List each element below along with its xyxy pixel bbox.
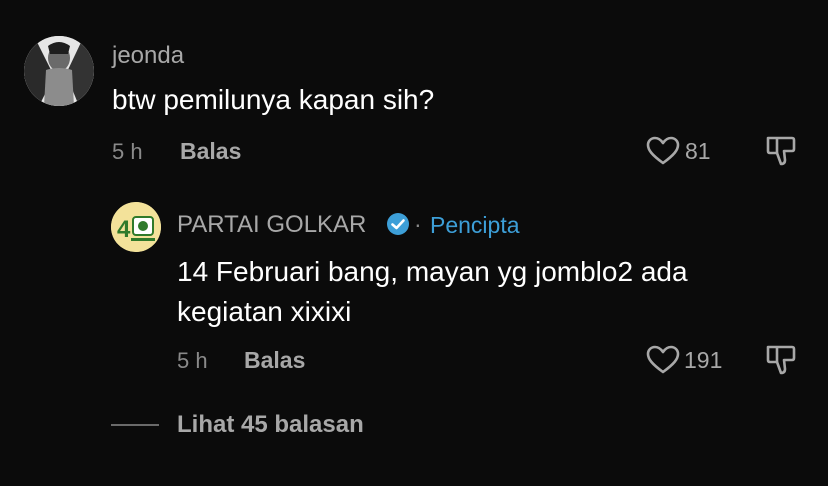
reply-username[interactable]: PARTAI GOLKAR [177, 211, 366, 239]
view-replies-button[interactable]: Lihat 45 balasan [177, 411, 364, 439]
golkar-logo: 4 [111, 202, 161, 252]
comment-text: btw pemilunya kapan sih? [112, 84, 435, 115]
comment-time: 5 h [112, 139, 143, 164]
reply-reply-button[interactable]: Balas [244, 347, 305, 374]
reply-text-line1: 14 Februari bang, mayan yg jomblo2 ada [177, 256, 688, 287]
reply-button[interactable]: Balas [180, 138, 241, 165]
verified-badge [386, 212, 410, 236]
avatar-image [24, 36, 94, 106]
reply-dislike-button[interactable] [764, 344, 798, 376]
like-button[interactable] [646, 136, 680, 166]
dislike-icon [766, 345, 796, 375]
reply-avatar[interactable]: 4 [111, 202, 161, 252]
reply-text-line2: kegiatan xixixi [177, 296, 352, 327]
comment-username[interactable]: jeonda [112, 42, 184, 70]
dislike-button[interactable] [764, 135, 798, 167]
heart-icon [646, 345, 680, 374]
verified-icon [387, 213, 409, 235]
avatar[interactable] [24, 36, 94, 106]
dislike-icon [766, 136, 796, 166]
reply-like-count: 191 [684, 347, 723, 373]
reply-like-button[interactable] [646, 345, 680, 375]
separator-dot: · [414, 211, 422, 237]
like-count: 81 [685, 138, 711, 164]
heart-icon [646, 136, 680, 165]
view-replies-divider [111, 424, 159, 426]
reply-time: 5 h [177, 348, 208, 373]
logo-badge-text: 4 [117, 216, 131, 243]
creator-tag: Pencipta [430, 212, 520, 238]
